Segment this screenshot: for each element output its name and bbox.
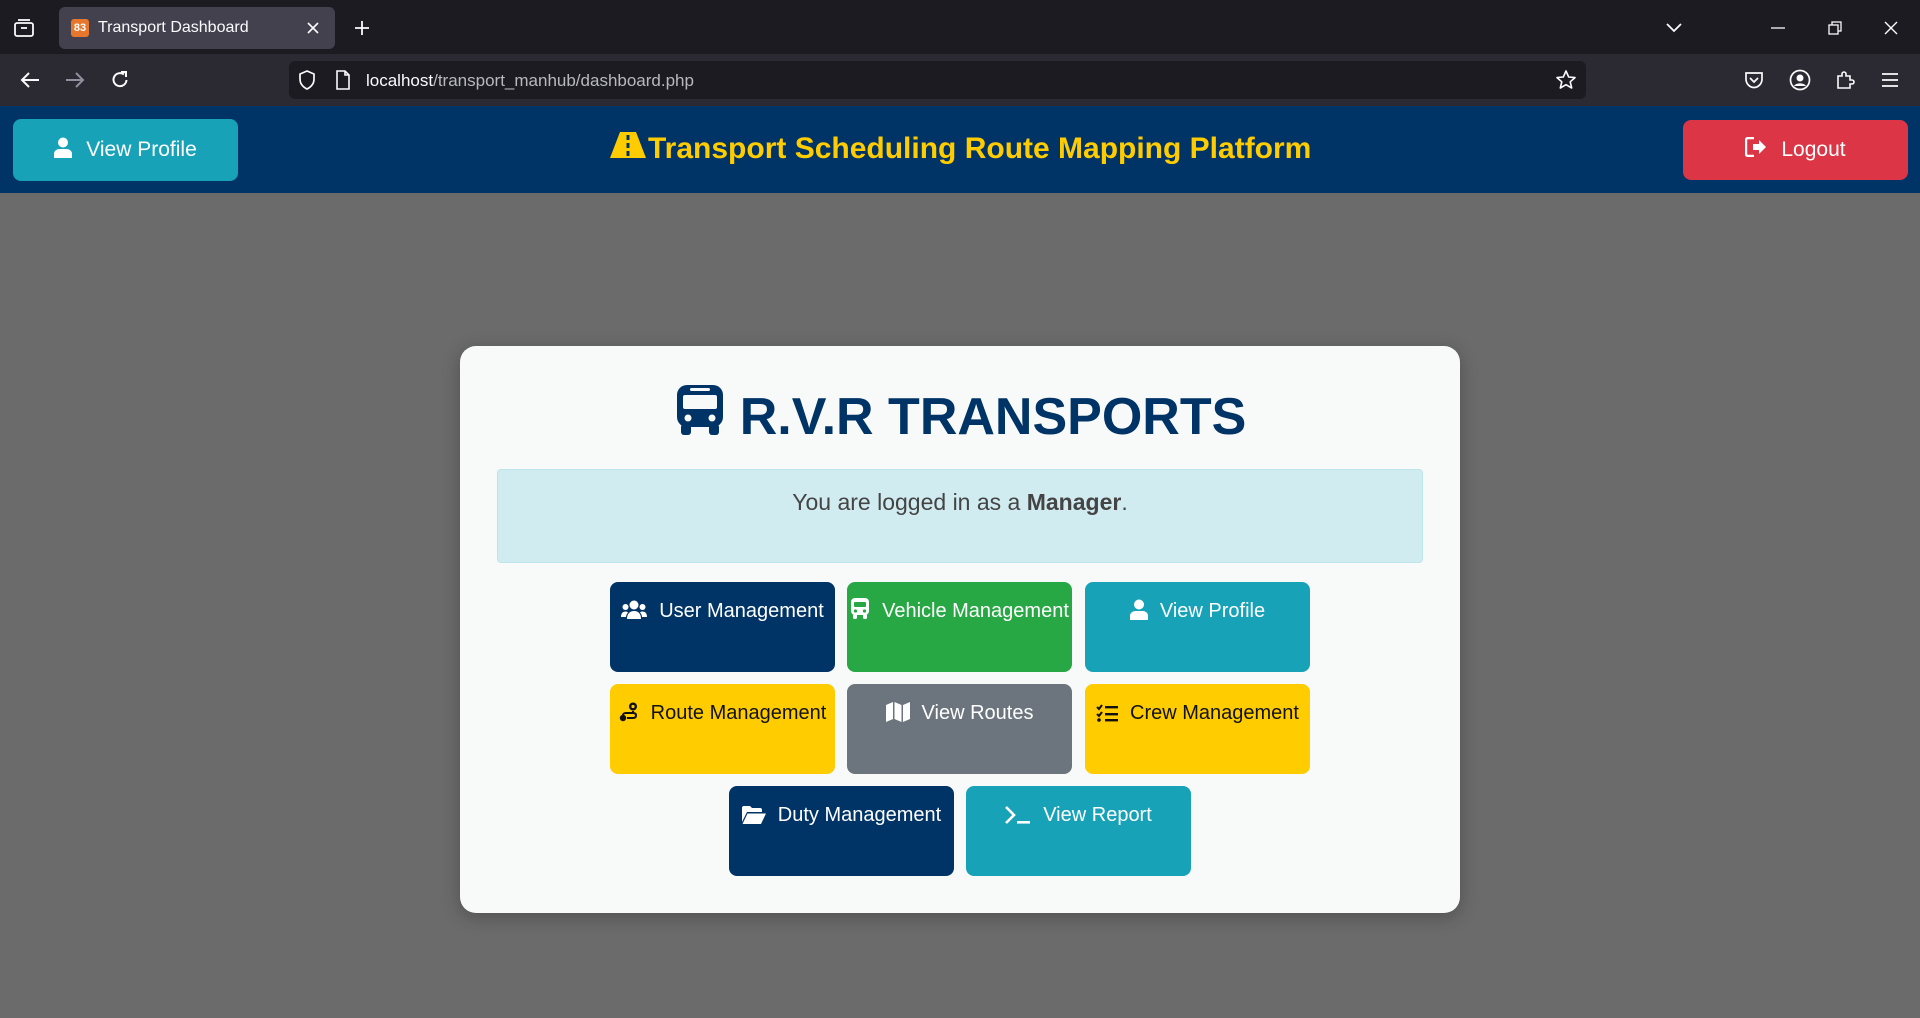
brand-heading: R.V.R TRANSPORTS [460,384,1460,449]
restore-icon[interactable] [1821,14,1849,42]
duty-management-label: Duty Management [777,804,942,826]
alert-text: You are logged in as a [792,489,1027,515]
terminal-icon [1005,806,1031,824]
crew-management-label: Crew Management [1130,702,1299,724]
sign-out-icon [1745,136,1767,163]
dashboard-card: R.V.R TRANSPORTS You are logged in as a … [460,346,1460,913]
view-routes-button[interactable]: View Routes [847,684,1072,774]
alert-suffix: . [1121,489,1128,515]
url-host: localhost [366,71,434,90]
close-window-icon[interactable] [1877,14,1905,42]
header-view-profile-label: View Profile [86,138,197,161]
vehicle-management-button[interactable]: Vehicle Management [847,582,1072,672]
route-icon [619,702,637,722]
new-tab-icon[interactable] [350,16,374,40]
bus-small-icon [851,598,870,619]
tab-title: Transport Dashboard [98,19,249,36]
list-check-icon [1096,704,1119,722]
crew-management-button[interactable]: Crew Management [1085,684,1310,774]
duty-management-button[interactable]: Duty Management [729,786,954,876]
forward-arrow-icon[interactable] [61,66,89,94]
logout-button[interactable]: Logout [1683,120,1908,180]
view-report-label: View Report [1043,804,1152,826]
browser-tab-bar: 83 Transport Dashboard [0,0,1920,54]
tab-close-icon[interactable] [303,18,323,38]
app-header: View Profile Transport Scheduling Route … [0,106,1920,193]
role-alert: You are logged in as a Manager. [497,469,1423,563]
vehicle-management-label: Vehicle Management [882,600,1069,622]
url-path: /transport_manhub/dashboard.php [433,71,694,90]
page-title: Transport Scheduling Route Mapping Platf… [610,132,1311,166]
route-management-button[interactable]: Route Management [610,684,835,774]
account-icon[interactable] [1786,66,1814,94]
view-report-button[interactable]: View Report [966,786,1191,876]
tab-list-icon[interactable] [12,16,36,40]
view-routes-label: View Routes [921,702,1034,724]
shield-icon[interactable] [298,70,316,95]
address-bar[interactable]: localhost/transport_manhub/dashboard.php [289,61,1586,99]
url-text: localhost/transport_manhub/dashboard.php [366,71,694,91]
reload-icon[interactable] [106,66,134,94]
user-icon [1129,599,1148,620]
road-icon [610,132,646,166]
minimize-icon[interactable] [1764,14,1792,42]
user-management-label: User Management [659,600,824,622]
user-management-button[interactable]: User Management [610,582,835,672]
users-icon [621,600,648,619]
page-icon[interactable] [335,70,351,95]
back-arrow-icon[interactable] [16,66,44,94]
bookmark-star-icon[interactable] [1555,69,1577,96]
browser-nav-bar: localhost/transport_manhub/dashboard.php [0,54,1920,106]
view-profile-label: View Profile [1159,600,1266,622]
alert-role: Manager [1026,489,1122,515]
map-icon [885,702,910,722]
bus-icon [674,384,726,449]
browser-tab-active[interactable]: 83 Transport Dashboard [59,7,335,49]
user-icon [54,137,73,164]
route-management-label: Route Management [650,702,827,724]
pocket-icon[interactable] [1740,66,1768,94]
logout-label: Logout [1781,138,1846,161]
header-view-profile-button[interactable]: View Profile [13,119,238,181]
menu-icon[interactable] [1876,66,1904,94]
folder-open-icon [741,806,766,824]
view-profile-button[interactable]: View Profile [1085,582,1310,672]
xampp-favicon-icon: 83 [71,19,89,37]
page-title-text: Transport Scheduling Route Mapping Platf… [648,132,1312,165]
brand-name: R.V.R TRANSPORTS [739,387,1247,446]
extensions-icon[interactable] [1831,66,1859,94]
list-all-tabs-icon[interactable] [1660,14,1688,42]
